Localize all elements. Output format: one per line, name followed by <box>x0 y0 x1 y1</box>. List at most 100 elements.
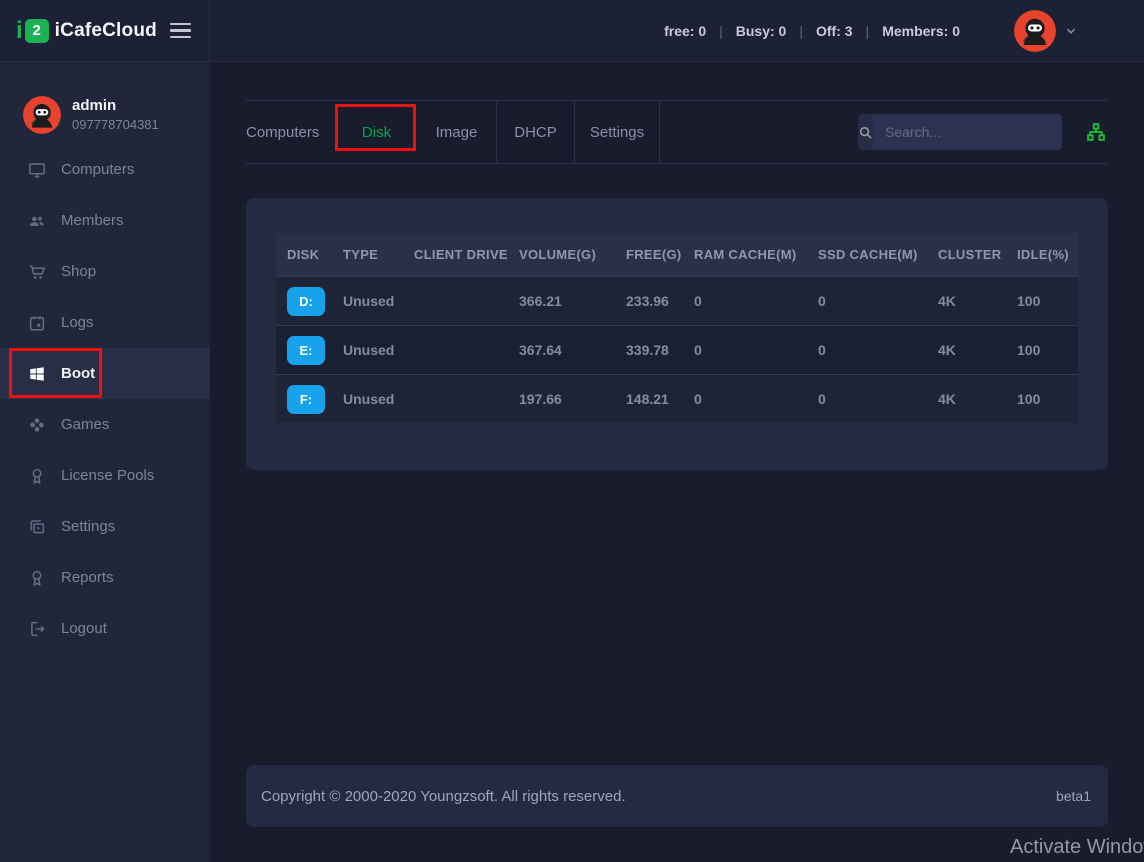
profile-avatar <box>23 96 61 134</box>
sidebar: admin 097778704381 Computers Members Sho… <box>0 62 210 862</box>
copyright-text: Copyright © 2000-2020 Youngzsoft. All ri… <box>261 788 626 805</box>
table-header-row: DISK TYPE CLIENT DRIVE VOLUME(G) FREE(G)… <box>276 233 1078 276</box>
tab-settings[interactable]: Settings <box>575 101 660 163</box>
user-avatar <box>1014 10 1056 52</box>
sitemap-icon[interactable] <box>1086 122 1106 142</box>
cell-idle: 100 <box>1006 391 1078 407</box>
sidebar-item-label: Computers <box>61 161 134 178</box>
tab-bar: Computers Disk Image DHCP Settings <box>246 100 1108 164</box>
user-menu[interactable] <box>1014 10 1078 52</box>
col-volume: VOLUME(G) <box>508 247 615 262</box>
topbar: i 2 iCafeCloud free: 0 Busy: 0 Off: 3 Me… <box>0 0 1144 62</box>
sidebar-item-label: Logout <box>61 620 107 637</box>
sidebar-item-label: Reports <box>61 569 114 586</box>
col-ram-cache: RAM CACHE(M) <box>683 247 807 262</box>
disk-badge: D: <box>287 287 325 316</box>
tab-dhcp[interactable]: DHCP <box>497 101 575 163</box>
col-free: FREE(G) <box>615 247 683 262</box>
disk-badge: F: <box>287 385 325 414</box>
cell-type: Unused <box>332 391 403 407</box>
menu-toggle-icon[interactable] <box>170 19 191 43</box>
cell-free: 339.78 <box>615 342 683 358</box>
cart-icon <box>27 262 46 281</box>
sidebar-item-label: Shop <box>61 263 96 280</box>
sidebar-nav: Computers Members Shop Logs Boot Gam <box>0 144 210 654</box>
disk-table-card: DISK TYPE CLIENT DRIVE VOLUME(G) FREE(G)… <box>246 198 1108 470</box>
sidebar-item-shop[interactable]: Shop <box>0 246 210 297</box>
profile-name: admin <box>72 97 159 114</box>
cell-cluster: 4K <box>927 391 1006 407</box>
sidebar-profile: admin 097778704381 <box>0 62 210 144</box>
people-icon <box>27 211 46 230</box>
cell-free: 148.21 <box>615 391 683 407</box>
award-icon <box>27 568 46 587</box>
cell-ram-cache: 0 <box>683 342 807 358</box>
disk-badge: E: <box>287 336 325 365</box>
sidebar-item-boot[interactable]: Boot <box>0 348 210 399</box>
sidebar-item-label: Games <box>61 416 109 433</box>
search-box <box>858 114 1062 150</box>
disk-table: DISK TYPE CLIENT DRIVE VOLUME(G) FREE(G)… <box>276 233 1078 423</box>
cell-volume: 367.64 <box>508 342 615 358</box>
monitor-icon <box>27 160 46 179</box>
sidebar-item-label: Boot <box>61 365 95 382</box>
collection-icon <box>27 517 46 536</box>
cell-cluster: 4K <box>927 342 1006 358</box>
tab-image[interactable]: Image <box>417 101 497 163</box>
table-row-disk-e[interactable]: E: Unused 367.64 339.78 0 0 4K 100 <box>276 325 1078 374</box>
stat-members: Members: 0 <box>882 23 960 39</box>
cell-idle: 100 <box>1006 342 1078 358</box>
windows-activation-watermark: Activate Windows <box>1010 836 1144 859</box>
app-root: i 2 iCafeCloud free: 0 Busy: 0 Off: 3 Me… <box>0 0 1144 862</box>
cell-volume: 366.21 <box>508 293 615 309</box>
sidebar-item-computers[interactable]: Computers <box>0 144 210 195</box>
sidebar-item-logout[interactable]: Logout <box>0 603 210 654</box>
col-cluster: CLUSTER <box>927 247 1006 262</box>
logo-i-glyph: i <box>16 19 23 43</box>
sidebar-item-settings[interactable]: Settings <box>0 501 210 552</box>
sidebar-item-label: License Pools <box>61 467 154 484</box>
stat-busy: Busy: 0 <box>736 23 803 39</box>
col-type: TYPE <box>332 247 403 262</box>
search-icon <box>858 114 873 150</box>
sidebar-item-logs[interactable]: Logs <box>0 297 210 348</box>
sidebar-item-label: Settings <box>61 518 115 535</box>
gamepad-icon <box>27 415 46 434</box>
col-disk: DISK <box>276 247 332 262</box>
calendar-icon <box>27 313 46 332</box>
sidebar-item-members[interactable]: Members <box>0 195 210 246</box>
cell-ssd-cache: 0 <box>807 293 927 309</box>
cell-ram-cache: 0 <box>683 391 807 407</box>
cell-type: Unused <box>332 342 403 358</box>
page-footer: Copyright © 2000-2020 Youngzsoft. All ri… <box>246 765 1108 827</box>
version-badge: beta1 <box>1056 788 1091 804</box>
table-row-disk-d[interactable]: D: Unused 366.21 233.96 0 0 4K 100 <box>276 276 1078 325</box>
logo-text: iCafeCloud <box>55 20 157 42</box>
main-content: Computers Disk Image DHCP Settings DISK … <box>210 62 1144 862</box>
sidebar-item-reports[interactable]: Reports <box>0 552 210 603</box>
sidebar-item-games[interactable]: Games <box>0 399 210 450</box>
cell-cluster: 4K <box>927 293 1006 309</box>
profile-phone: 097778704381 <box>72 117 159 132</box>
stat-off: Off: 3 <box>816 23 869 39</box>
topbar-right: free: 0 Busy: 0 Off: 3 Members: 0 <box>210 10 1144 52</box>
sidebar-item-label: Members <box>61 212 124 229</box>
status-counters: free: 0 Busy: 0 Off: 3 Members: 0 <box>664 23 960 39</box>
cell-idle: 100 <box>1006 293 1078 309</box>
logo-icon: 2 <box>25 19 49 43</box>
table-row-disk-f[interactable]: F: Unused 197.66 148.21 0 0 4K 100 <box>276 374 1078 423</box>
stat-free: free: 0 <box>664 23 723 39</box>
windows-icon <box>27 364 46 383</box>
tab-disk[interactable]: Disk <box>336 101 417 163</box>
col-client-drive: CLIENT DRIVE <box>403 247 508 262</box>
app-logo: i 2 iCafeCloud <box>16 19 157 43</box>
tab-computers[interactable]: Computers <box>246 101 336 163</box>
sidebar-item-license-pools[interactable]: License Pools <box>0 450 210 501</box>
cell-ssd-cache: 0 <box>807 342 927 358</box>
chevron-down-icon <box>1064 24 1078 38</box>
col-ssd-cache: SSD CACHE(M) <box>807 247 927 262</box>
cell-free: 233.96 <box>615 293 683 309</box>
cell-type: Unused <box>332 293 403 309</box>
search-input[interactable] <box>873 114 1062 150</box>
col-idle: IDLE(%) <box>1006 247 1078 262</box>
